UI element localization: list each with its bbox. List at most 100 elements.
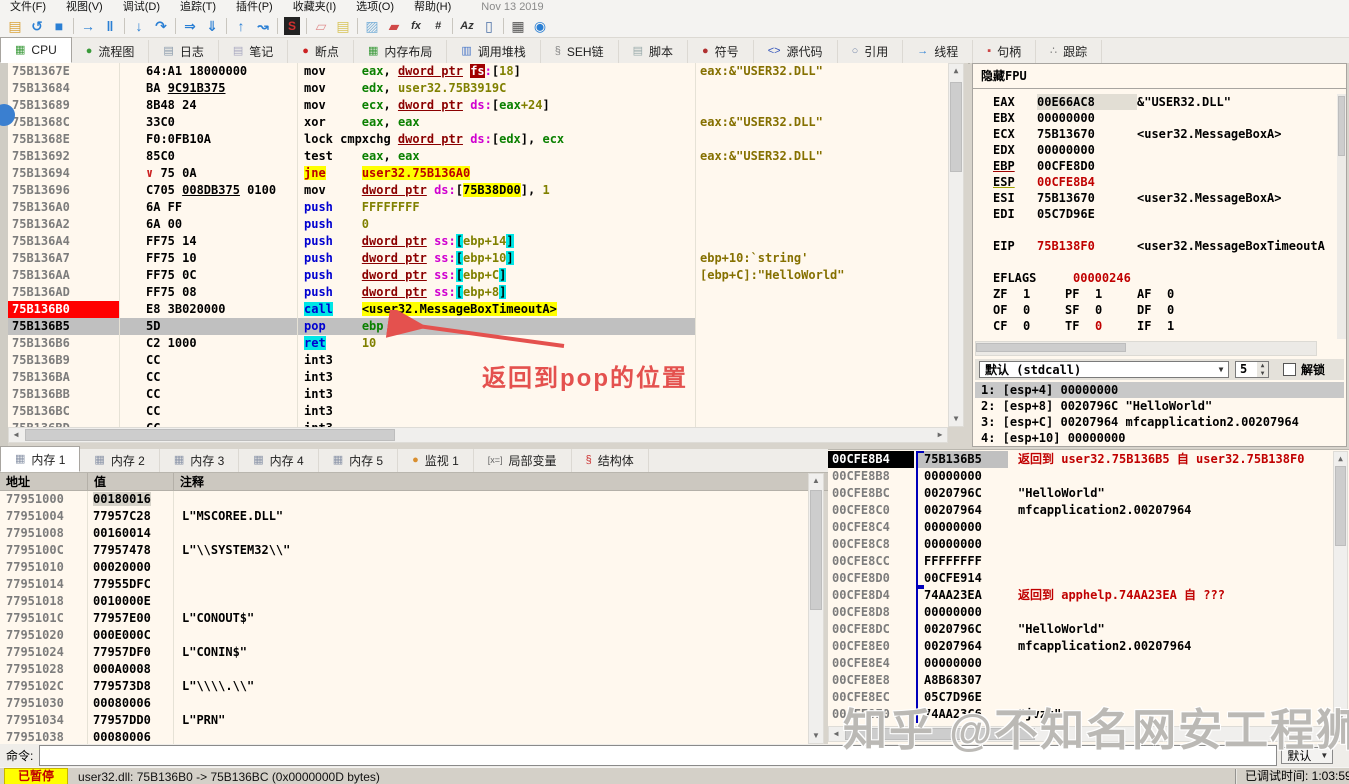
flags-row[interactable]: CF 0 TF 0 IF 1 [973, 318, 1336, 334]
disasm-row[interactable]: 75B13689 8B48 24 mov ecx, dword ptr ds:[ea… [8, 97, 948, 114]
register-row[interactable]: EDI 05C7D96E [973, 206, 1336, 222]
toolbar-button[interactable]: ▤ [4, 16, 26, 36]
arg-row[interactable]: 3: [esp+C] 00207964 mfcapplication2.0020… [975, 414, 1344, 430]
stepper-down-icon[interactable]: ▼ [1257, 370, 1268, 378]
toolbar-button[interactable]: → [77, 16, 99, 36]
toolbar-button[interactable]: fx [405, 16, 427, 36]
register-row[interactable]: EIP 75B138F0 <user32.MessageBoxTimeoutA [973, 238, 1336, 254]
command-input[interactable] [39, 745, 1278, 766]
calling-convention-select[interactable]: 默认 (stdcall) ▼ [979, 361, 1229, 378]
toolbar-button[interactable]: ↓ [128, 16, 150, 36]
eflags-row[interactable]: EFLAGS 00000246 [973, 270, 1336, 286]
stack-row[interactable]: 00CFE8D4 74AA23EA 返回到 apphelp.74AA23EA 自 ?… [828, 587, 1333, 604]
tab-内存 5[interactable]: ▦ 内存 5 [319, 449, 399, 472]
stepper-up-icon[interactable]: ▲ [1257, 362, 1268, 370]
tab-笔记[interactable]: ▤ 笔记 [219, 40, 289, 63]
memory-row[interactable]: 77951020 000E000C [0, 627, 808, 644]
arg-row[interactable]: 4: [esp+10] 00000000 [975, 430, 1344, 446]
stack-row[interactable]: 00CFE8DC 0020796C "HelloWorld" [828, 621, 1333, 638]
tab-SEH链[interactable]: § SEH链 [541, 40, 619, 63]
disasm-row[interactable]: 75B1367E 64:A1 18000000 mov eax, dword ptr… [8, 63, 948, 80]
disasm-row[interactable]: 75B13684 BA 9C91B375 mov edx, user32.75B39… [8, 80, 948, 97]
toolbar-button[interactable]: ◉ [529, 16, 551, 36]
tab-引用[interactable]: ○ 引用 [838, 40, 904, 63]
toolbar-button[interactable]: ↺ [26, 16, 48, 36]
stack-row[interactable]: 00CFE8D8 00000000 [828, 604, 1333, 621]
menu-item[interactable]: 文件(F) [0, 0, 56, 14]
tab-脚本[interactable]: ▤ 脚本 [619, 40, 689, 63]
toolbar-button[interactable]: ⇒ [179, 16, 201, 36]
stack-vscrollbar[interactable]: ▲ ▼ [1333, 451, 1348, 726]
tab-源代码[interactable]: <> 源代码 [754, 40, 838, 63]
scroll-down-button[interactable]: ▼ [1334, 712, 1347, 725]
menu-item[interactable]: 追踪(T) [170, 0, 226, 14]
stack-row[interactable]: 00CFE8CC FFFFFFFF [828, 553, 1333, 570]
stack-row[interactable]: 00CFE8B8 00000000 [828, 468, 1333, 485]
toolbar-button[interactable]: ↝ [252, 16, 274, 36]
scroll-up-button[interactable]: ▲ [809, 474, 823, 488]
tab-流程图[interactable]: ● 流程图 [72, 40, 150, 63]
disasm-row[interactable]: 75B136A7 FF75 10 push dword ptr ss:[ebp+10… [8, 250, 948, 267]
memory-row[interactable]: 77951024 77957DF0 L"CONIN$" [0, 644, 808, 661]
disasm-row[interactable]: 75B136BC CC int3 [8, 403, 948, 420]
toolbar-button[interactable]: ▱ [310, 16, 332, 36]
toolbar-button[interactable]: ■ [48, 16, 70, 36]
tab-断点[interactable]: ● 断点 [288, 40, 354, 63]
memory-row[interactable]: 77951000 00180016 [0, 491, 808, 508]
memory-row[interactable]: 77951008 00160014 [0, 525, 808, 542]
tab-内存 1[interactable]: ▦ 内存 1 [0, 446, 81, 472]
tab-跟踪[interactable]: ∴ 跟踪 [1036, 40, 1103, 63]
toolbar-button[interactable]: S [281, 16, 303, 36]
scroll-thumb[interactable] [1338, 96, 1345, 156]
disasm-row[interactable]: 75B13696 C705 008DB375 0100 mov dword ptr … [8, 182, 948, 199]
disasm-row[interactable]: 75B136AD FF75 08 push dword ptr ss:[ebp+8] [8, 284, 948, 301]
menu-item[interactable]: 收藏夹(I) [283, 0, 346, 14]
stack-row[interactable]: 00CFE8F0 74AA23C6 "jvzu" [828, 706, 1333, 723]
disasm-row[interactable]: 75B136A2 6A 00 push 0 [8, 216, 948, 233]
stepper-buttons[interactable]: ▲ ▼ [1257, 362, 1268, 377]
toolbar-button[interactable]: ⇓ [201, 16, 223, 36]
register-row[interactable]: EDX 00000000 [973, 142, 1336, 158]
tab-内存 4[interactable]: ▦ 内存 4 [239, 449, 319, 472]
disasm-row[interactable]: 75B136BB CC int3 [8, 386, 948, 403]
tab-内存布局[interactable]: ▦ 内存布局 [354, 40, 448, 63]
scroll-right-button[interactable]: ▶ [1333, 727, 1347, 741]
menu-item[interactable]: 帮助(H) [404, 0, 461, 14]
disasm-row[interactable]: 75B13694 ∨ 75 0A jne user32.75B136A0 [8, 165, 948, 182]
memory-row[interactable]: 77951038 00080006 [0, 729, 808, 744]
memory-row[interactable]: 77951010 00020000 [0, 559, 808, 576]
toolbar-button[interactable]: ↷ [150, 16, 172, 36]
stack-row[interactable]: 00CFE8E0 00207964 mfcapplication2.00207964 [828, 638, 1333, 655]
flags-row[interactable]: ZF 1 PF 1 AF 0 [973, 286, 1336, 302]
stack-row[interactable]: 00CFE8C8 00000000 [828, 536, 1333, 553]
toolbar-button[interactable]: ▯ [478, 16, 500, 36]
column-header-value[interactable]: 值 [88, 473, 174, 490]
menu-item[interactable]: 插件(P) [226, 0, 283, 14]
stack-row[interactable]: 00CFE8B4 75B136B5 返回到 user32.75B136B5 自 us… [828, 451, 1333, 468]
register-row[interactable]: EAX 00E66AC8 &"USER32.DLL" [973, 94, 1336, 110]
hide-fpu-button[interactable]: 隐藏FPU [973, 64, 1346, 89]
tab-局部变量[interactable]: [x=] 局部变量 [474, 449, 572, 472]
stack-hscrollbar[interactable]: ◀ ▶ [828, 726, 1348, 742]
memory-row[interactable]: 77951014 77955DFC [0, 576, 808, 593]
memory-row[interactable]: 7795100C 77957478 L"\\SYSTEM32\\" [0, 542, 808, 559]
memory-row[interactable]: 77951018 0010000E [0, 593, 808, 610]
toolbar-button[interactable]: Az [456, 16, 478, 36]
menu-item[interactable]: 视图(V) [56, 0, 113, 14]
tab-内存 2[interactable]: ▦ 内存 2 [80, 449, 160, 472]
scroll-up-button[interactable]: ▲ [1334, 452, 1347, 465]
scroll-right-button[interactable]: ▶ [933, 428, 947, 442]
tab-调用堆栈[interactable]: ▥ 调用堆栈 [447, 40, 541, 63]
arg-count-stepper[interactable]: 5 ▲ ▼ [1235, 361, 1269, 378]
column-header-address[interactable]: 地址 [0, 473, 88, 490]
scroll-down-button[interactable]: ▼ [809, 729, 823, 743]
toolbar-button[interactable]: ▤ [332, 16, 354, 36]
disasm-row[interactable]: 75B13692 85C0 test eax, eax eax:&"USER32.DL… [8, 148, 948, 165]
scroll-thumb[interactable] [25, 429, 395, 441]
disasm-row[interactable]: 75B136A0 6A FF push FFFFFFFF [8, 199, 948, 216]
stack-row[interactable]: 00CFE8C0 00207964 mfcapplication2.00207964 [828, 502, 1333, 519]
tab-内存 3[interactable]: ▦ 内存 3 [160, 449, 240, 472]
registers-hscrollbar[interactable] [975, 341, 1317, 356]
scroll-down-button[interactable]: ▼ [949, 412, 963, 426]
memory-row[interactable]: 77951004 77957C28 L"MSCOREE.DLL" [0, 508, 808, 525]
